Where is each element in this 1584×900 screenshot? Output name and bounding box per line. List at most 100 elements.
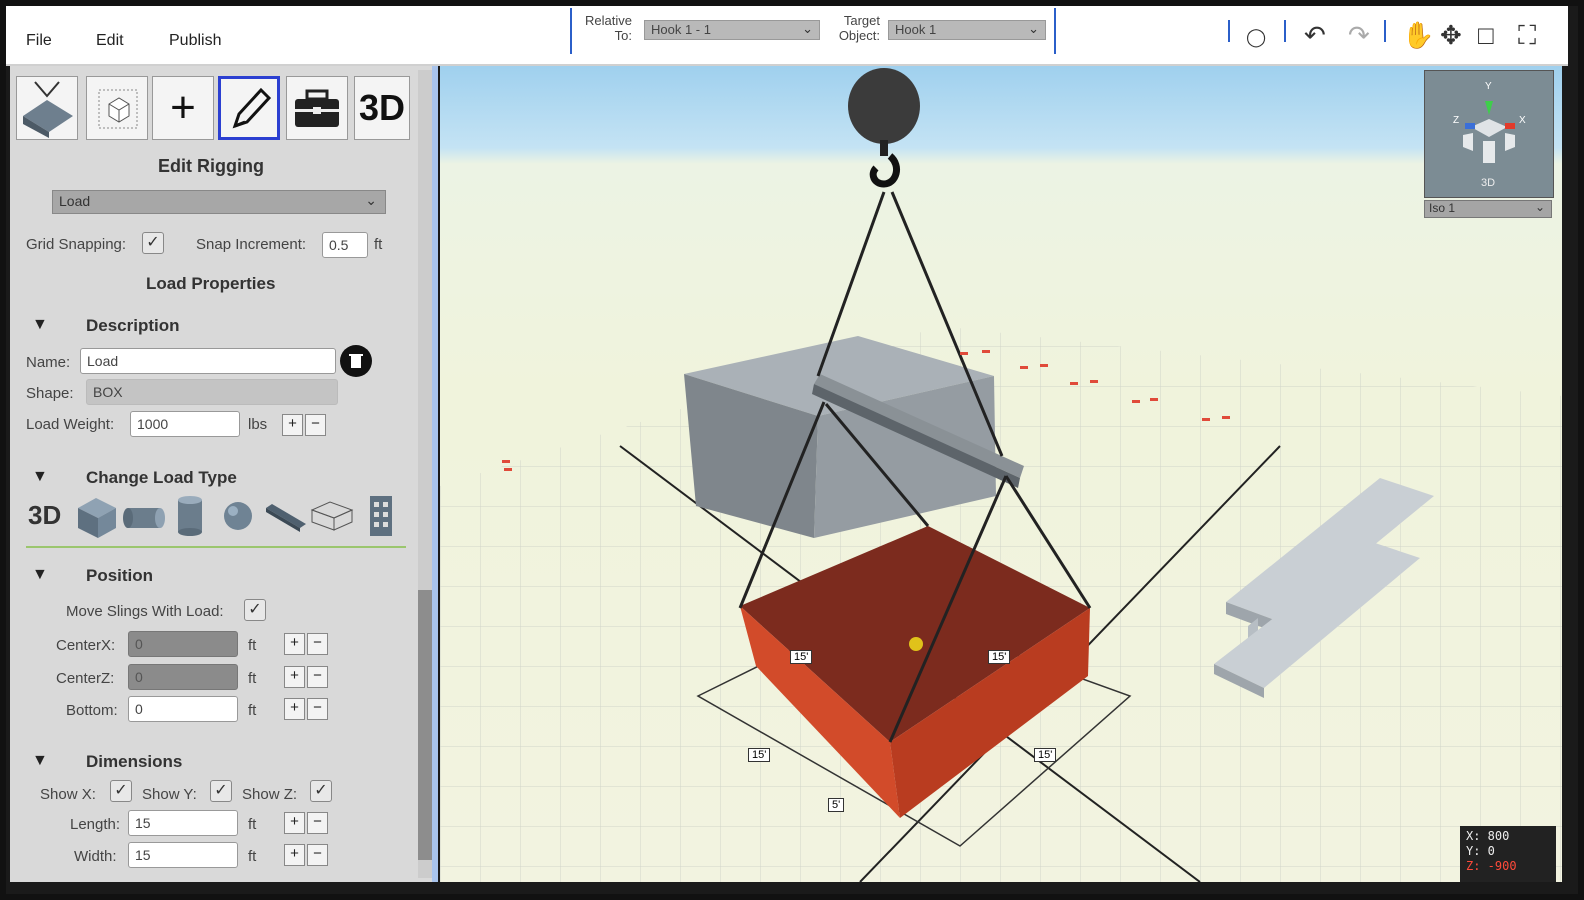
plus-icon[interactable]: + <box>284 698 305 720</box>
toolbar-separator <box>1384 20 1386 42</box>
menu-publish[interactable]: Publish <box>169 32 221 50</box>
minus-icon[interactable]: − <box>305 414 326 436</box>
center-marker[interactable] <box>909 637 923 651</box>
scrollbar-thumb[interactable] <box>418 590 432 860</box>
tool-toolbox-button[interactable] <box>286 76 348 140</box>
crane-hook[interactable] <box>848 68 920 188</box>
load-type-3d-button[interactable]: 3D <box>28 500 61 531</box>
collapse-description-icon[interactable]: ▼ <box>32 316 48 334</box>
minus-icon[interactable]: − <box>307 844 328 866</box>
length-label: Length: <box>70 816 121 833</box>
crop-icon[interactable]: □ <box>1478 20 1494 50</box>
axis-x-label: X <box>1519 115 1526 126</box>
bottom-input[interactable]: 0 <box>128 696 238 722</box>
load-weight-stepper[interactable]: + − <box>282 414 328 436</box>
show-x-label: Show X: <box>40 786 96 803</box>
sphere-icon[interactable] <box>220 498 256 534</box>
grid-cube-icon <box>98 89 138 129</box>
plus-icon[interactable]: + <box>284 844 305 866</box>
building-icon[interactable] <box>366 492 396 540</box>
tool-add-button[interactable]: + <box>152 76 214 140</box>
hand-pan-icon[interactable]: ✋ <box>1402 20 1434 50</box>
undo-icon[interactable]: ↶ <box>1304 20 1326 50</box>
object-select-value: Load <box>59 193 91 209</box>
width-input[interactable]: 15 <box>128 842 238 868</box>
wireframe-box-icon[interactable] <box>308 498 356 534</box>
centerz-unit: ft <box>248 670 257 687</box>
tool-3d-button[interactable]: 3D <box>354 76 410 140</box>
bottom-unit: ft <box>248 702 257 719</box>
show-x-checkbox[interactable]: ✓ <box>110 780 132 802</box>
relative-to-select[interactable]: Hook 1 - 1 ⌄ <box>644 20 820 40</box>
centerz-input[interactable]: 0 <box>128 664 238 690</box>
grid-snapping-checkbox[interactable]: ✓ <box>142 232 164 254</box>
load-weight-input[interactable]: 1000 <box>130 411 240 437</box>
beam-icon[interactable] <box>262 498 308 534</box>
name-input[interactable]: Load <box>80 348 336 374</box>
object-select[interactable]: Load ⌄ <box>52 190 386 214</box>
centerx-stepper[interactable]: + − <box>284 633 330 655</box>
move-icon[interactable]: ✥ <box>1440 20 1462 50</box>
view-preset-select[interactable]: Iso 1 ⌄ <box>1424 200 1552 218</box>
bottom-stepper[interactable]: + − <box>284 698 330 720</box>
tool-edit-button[interactable] <box>218 76 280 140</box>
move-slings-label: Move Slings With Load: <box>66 603 224 620</box>
centerx-input[interactable]: 0 <box>128 631 238 657</box>
view-cube-widget[interactable]: Y X Z 3D <box>1424 70 1554 198</box>
show-y-checkbox[interactable]: ✓ <box>210 780 232 802</box>
width-stepper[interactable]: + − <box>284 844 330 866</box>
coord-x: X: 800 <box>1466 829 1510 843</box>
menu-file[interactable]: File <box>26 32 52 50</box>
snap-increment-input[interactable]: 0.5 <box>322 232 368 258</box>
scene-canvas[interactable] <box>440 66 1562 882</box>
panel-scrollbar[interactable] <box>418 70 432 878</box>
cylinder-horizontal-icon[interactable] <box>122 502 168 536</box>
minus-icon[interactable]: − <box>307 633 328 655</box>
collapse-position-icon[interactable]: ▼ <box>32 566 48 584</box>
box-shape-icon[interactable] <box>74 494 120 540</box>
width-label: Width: <box>74 848 117 865</box>
menu-edit[interactable]: Edit <box>96 32 124 50</box>
tool-scene-button[interactable] <box>86 76 148 140</box>
dimensions-heading: Dimensions <box>86 752 183 771</box>
centerz-stepper[interactable]: + − <box>284 666 330 688</box>
chevron-down-icon: ⌄ <box>1534 200 1545 214</box>
length-stepper[interactable]: + − <box>284 812 330 834</box>
shape-field: BOX <box>86 379 338 405</box>
tool-crane-button[interactable] <box>16 76 78 140</box>
plus-icon[interactable]: + <box>284 633 305 655</box>
collapse-dimensions-icon[interactable]: ▼ <box>32 752 48 770</box>
axis-y-label: Y <box>1485 81 1492 92</box>
centerx-unit: ft <box>248 637 257 654</box>
show-z-checkbox[interactable]: ✓ <box>310 780 332 802</box>
fullscreen-icon[interactable]: ⛶ <box>1518 20 1536 50</box>
dim-label-height: 5' <box>828 798 845 812</box>
plus-icon[interactable]: + <box>284 812 305 834</box>
cylinder-vertical-icon[interactable] <box>172 494 208 538</box>
3d-viewport[interactable]: 15' 15' 15' 15' 5' <box>440 66 1562 882</box>
name-label: Name: <box>26 354 71 371</box>
plus-icon[interactable]: + <box>284 666 305 688</box>
load-weight-label: Load Weight: <box>26 416 115 433</box>
delete-load-button[interactable] <box>340 345 372 377</box>
dim-label-top-left: 15' <box>790 650 813 664</box>
redo-icon[interactable]: ↷ <box>1348 20 1370 50</box>
plus-icon[interactable]: + <box>282 414 303 436</box>
target-object-select[interactable]: Hook 1 ⌄ <box>888 20 1046 40</box>
panel-divider[interactable] <box>432 66 438 882</box>
position-heading: Position <box>86 566 154 585</box>
chevron-down-icon: ⌄ <box>802 21 813 36</box>
trash-icon <box>349 354 363 368</box>
plus-icon: + <box>170 83 196 132</box>
move-slings-checkbox[interactable]: ✓ <box>244 599 266 621</box>
axis-z-label: Z <box>1453 115 1460 126</box>
length-input[interactable]: 15 <box>128 810 238 836</box>
minus-icon[interactable]: − <box>307 698 328 720</box>
lock-view-icon[interactable]: ◯ <box>1246 22 1266 52</box>
tool-3d-label: 3D <box>359 87 406 128</box>
minus-icon[interactable]: − <box>307 666 328 688</box>
collapse-change-type-icon[interactable]: ▼ <box>32 468 48 486</box>
chevron-down-icon: ⌄ <box>1028 21 1039 36</box>
target-object-value: Hook 1 <box>895 22 937 37</box>
minus-icon[interactable]: − <box>307 812 328 834</box>
